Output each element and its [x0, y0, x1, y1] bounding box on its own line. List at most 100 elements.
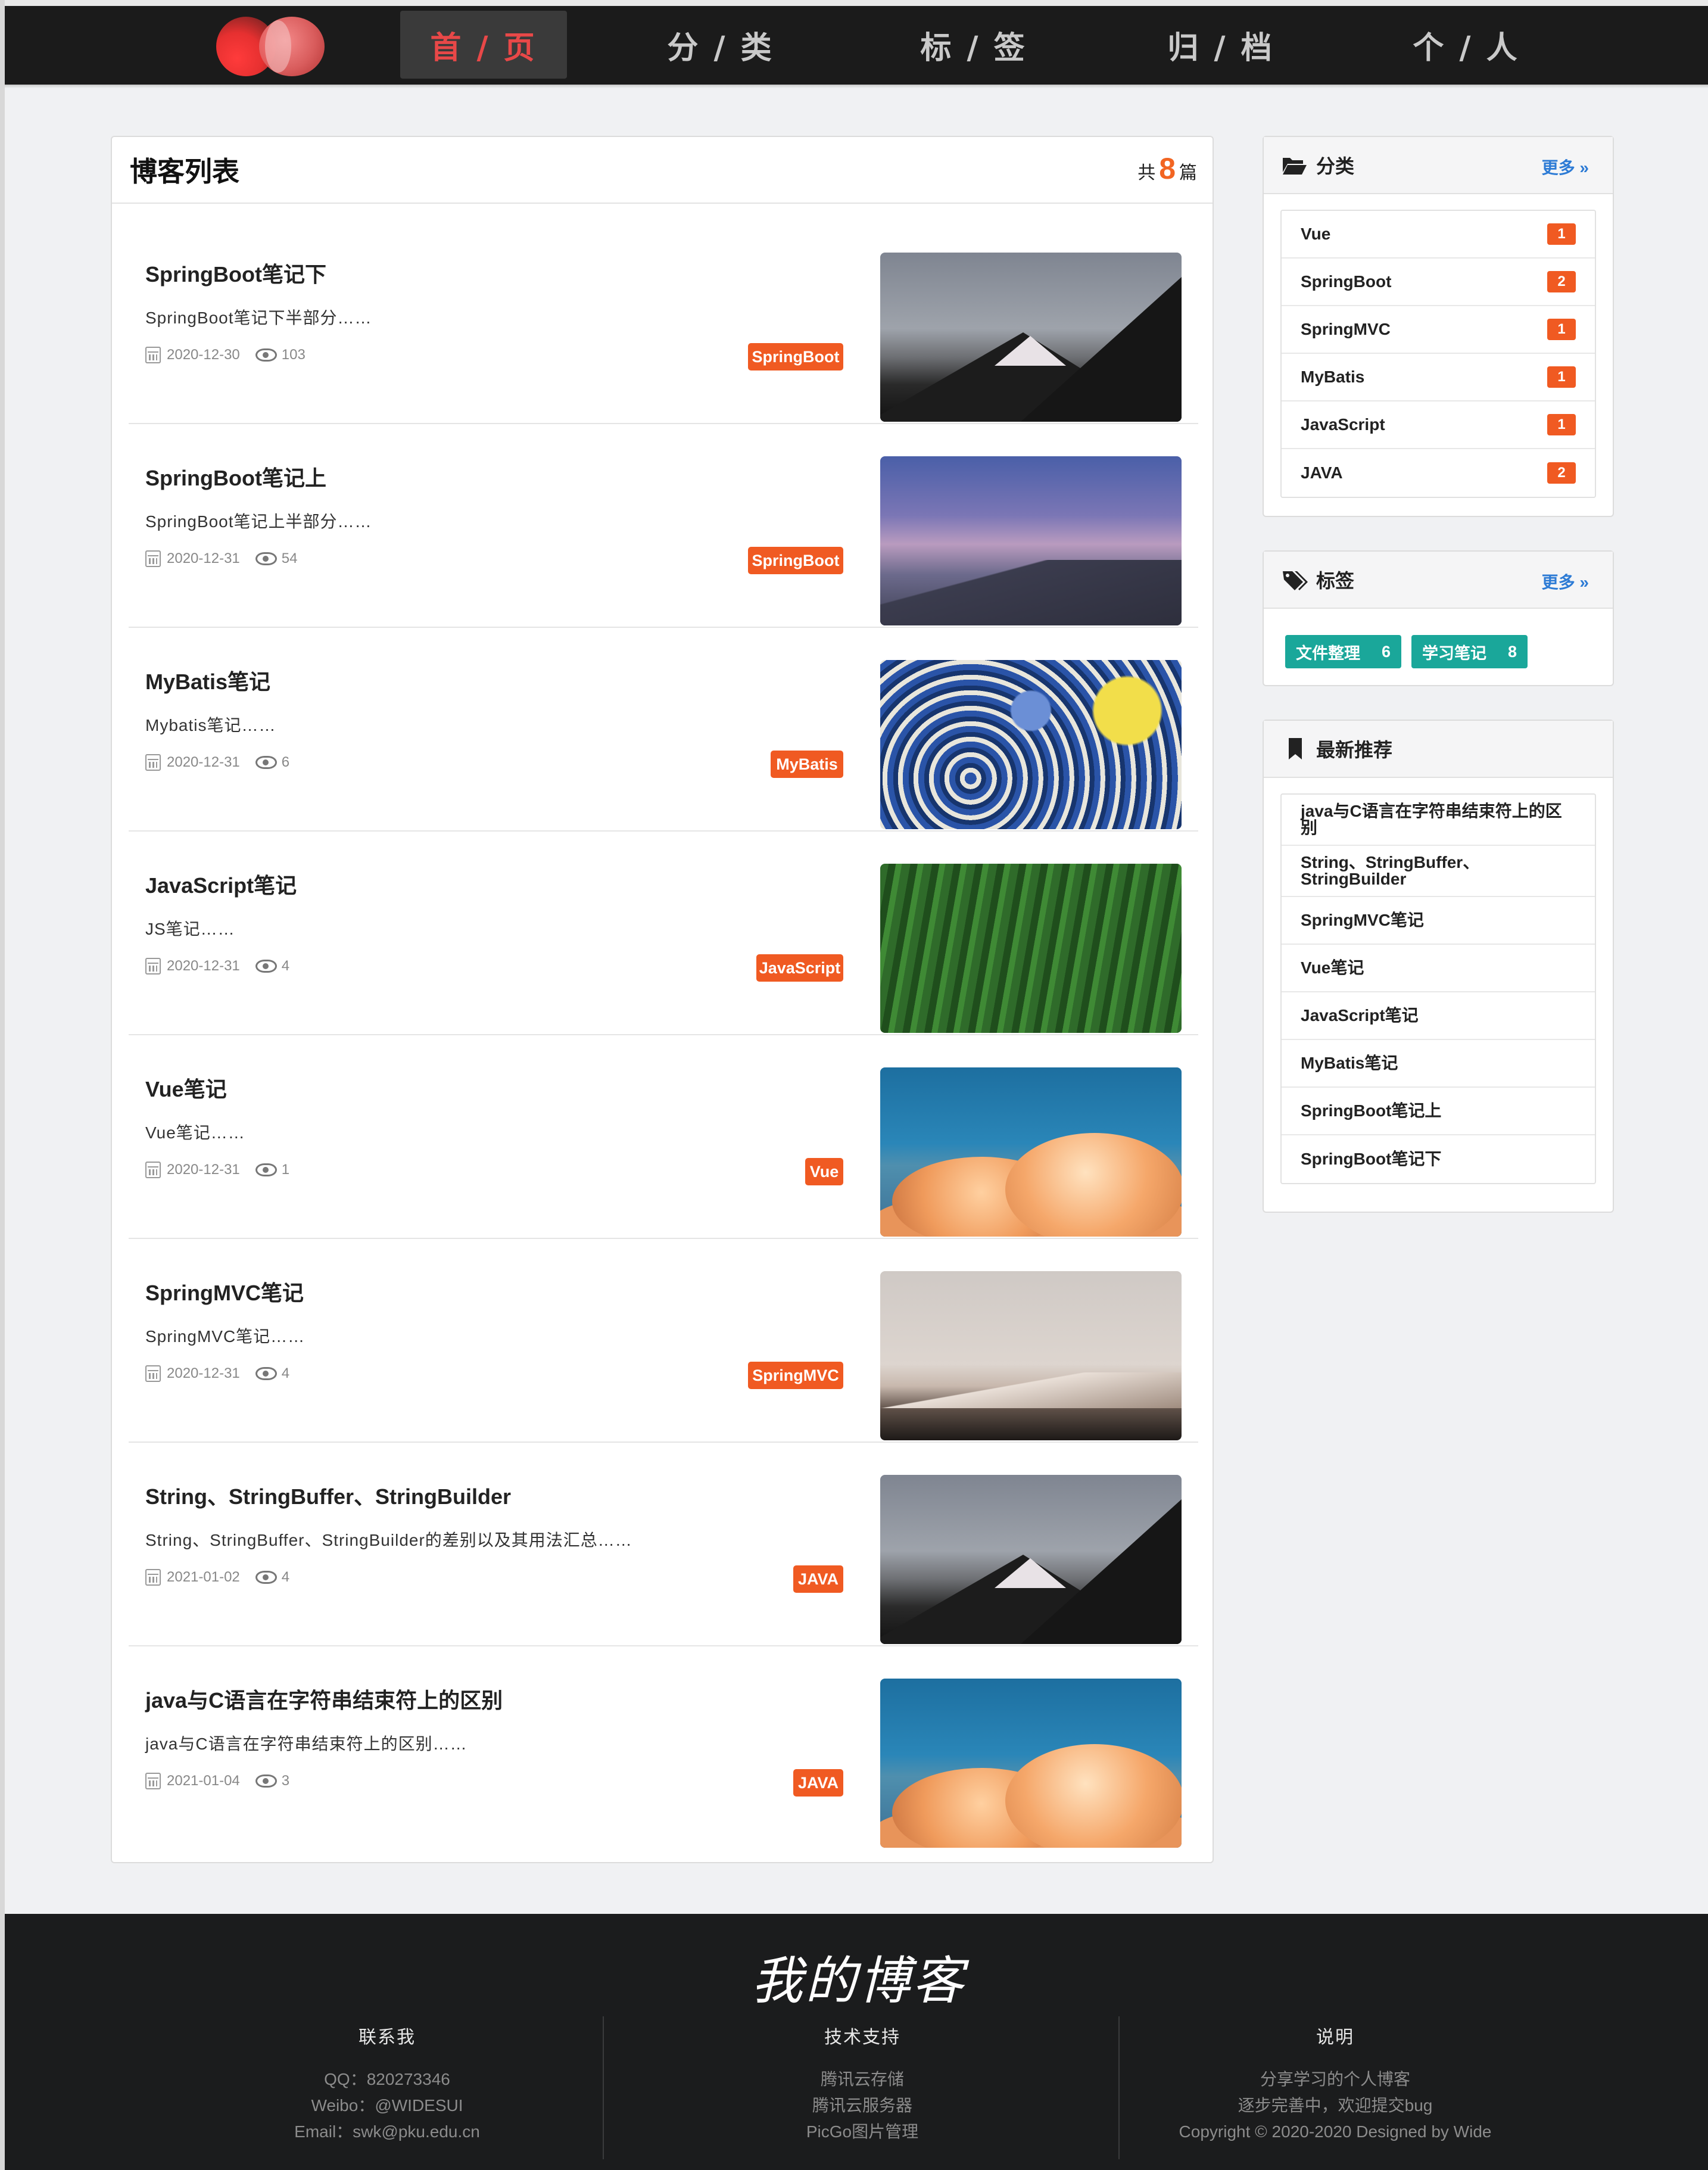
post-category-tag[interactable]: SpringMVC [748, 1362, 843, 1389]
recommend-item[interactable]: Vue笔记 [1282, 945, 1595, 992]
post-category-tag[interactable]: SpringBoot [748, 343, 843, 371]
category-item[interactable]: Vue 1 [1282, 211, 1595, 259]
post-title[interactable]: JavaScript笔记 [145, 868, 297, 899]
site-logo[interactable] [216, 17, 325, 76]
footer-support-title: 技术支持 [824, 2028, 900, 2047]
post-cover-image[interactable] [880, 660, 1182, 829]
post-title[interactable]: String、StringBuffer、StringBuilder [145, 1480, 511, 1511]
post-category-tag[interactable]: MyBatis [771, 751, 843, 778]
footer-about: 说明 分享学习的个人博客 逐步完善中，欢迎提交bug Copyright © 2… [1157, 2022, 1514, 2145]
recommend-item[interactable]: MyBatis笔记 [1282, 1040, 1595, 1088]
category-count-badge: 2 [1547, 462, 1576, 484]
category-count-badge: 1 [1547, 366, 1576, 388]
category-item[interactable]: JAVA 2 [1282, 449, 1595, 497]
recommend-item-title: SpringBoot笔记下 [1301, 1150, 1442, 1168]
categories-more-link[interactable]: 更多 » [1542, 155, 1589, 179]
post-category-tag[interactable]: JAVA [793, 1769, 843, 1797]
post-views: 103 [281, 347, 306, 363]
recommend-item[interactable]: SpringMVC笔记 [1282, 897, 1595, 945]
nav-categories[interactable]: 分 / 类 [637, 11, 804, 79]
post-cover-image[interactable] [880, 1271, 1182, 1440]
post-cover-image[interactable] [880, 1067, 1182, 1237]
tag-name: 文件整理 [1296, 644, 1360, 662]
categories-card: 分类 更多 » Vue 1 SpringBoot 2 SpringMVC 1 MyBatis… [1263, 136, 1614, 517]
eye-icon [255, 552, 277, 565]
eye-icon [255, 348, 277, 362]
nav-home[interactable]: 首 / 页 [400, 11, 567, 79]
category-name: JavaScript [1301, 415, 1385, 434]
post-date: 2021-01-04 [167, 1773, 240, 1789]
blog-post-item[interactable]: SpringMVC笔记 SpringMVC笔记…… 2020-12-31 4 Sprin… [129, 1239, 1198, 1443]
footer-support-item[interactable]: 腾讯云服务器 [737, 2093, 987, 2119]
recommend-title: 最新推荐 [1316, 739, 1393, 761]
category-name: SpringBoot [1301, 272, 1392, 291]
post-description: SpringBoot笔记下半部分…… [145, 309, 372, 327]
recommend-item[interactable]: String、StringBuffer、StringBuilder [1282, 846, 1595, 897]
category-count-badge: 1 [1547, 319, 1576, 340]
tag-count: 6 [1382, 642, 1391, 661]
footer-logo: 我的博客 [752, 1951, 966, 2011]
post-views: 54 [281, 550, 298, 566]
blog-post-item[interactable]: JavaScript笔记 JS笔记…… 2020-12-31 4 JavaScript [129, 832, 1198, 1035]
tag-count: 8 [1508, 642, 1517, 661]
tag-chip[interactable]: 学习笔记 8 [1411, 635, 1528, 668]
recommend-item[interactable]: JavaScript笔记 [1282, 992, 1595, 1040]
post-meta: 2020-12-30 103 [145, 347, 306, 363]
post-category-tag[interactable]: JavaScript [756, 954, 843, 982]
eye-icon [255, 1367, 277, 1380]
post-cover-image[interactable] [880, 1679, 1182, 1848]
post-meta: 2020-12-31 4 [145, 1365, 289, 1382]
tags-more-link[interactable]: 更多 » [1542, 569, 1589, 593]
post-title[interactable]: SpringBoot笔记上 [145, 461, 326, 492]
post-date: 2020-12-31 [167, 754, 240, 770]
category-item[interactable]: JavaScript 1 [1282, 401, 1595, 449]
post-category-tag[interactable]: SpringBoot [748, 547, 843, 574]
blog-post-item[interactable]: Vue笔记 Vue笔记…… 2020-12-31 1 Vue [129, 1035, 1198, 1239]
post-views: 4 [281, 958, 290, 974]
tag-chip[interactable]: 文件整理 6 [1285, 635, 1402, 668]
blog-list-panel: 博客列表 共 8 篇 SpringBoot笔记下 SpringBoot笔记下半部分… [111, 136, 1214, 1863]
blog-post-item[interactable]: SpringBoot笔记下 SpringBoot笔记下半部分…… 2020-12-3… [129, 220, 1198, 424]
eye-icon [255, 756, 277, 769]
post-cover-image[interactable] [880, 456, 1182, 625]
nav-about-me[interactable]: 个 / 人 [1383, 11, 1550, 79]
post-title[interactable]: SpringBoot笔记下 [145, 257, 326, 288]
post-views: 4 [281, 1365, 290, 1381]
post-description: JS笔记…… [145, 920, 235, 938]
post-cover-image[interactable] [880, 1475, 1182, 1644]
post-title[interactable]: MyBatis笔记 [145, 665, 270, 696]
post-meta: 2020-12-31 54 [145, 550, 297, 567]
footer-support-item[interactable]: 腾讯云存储 [737, 2066, 987, 2093]
post-count-suffix: 篇 [1179, 163, 1197, 183]
post-meta: 2021-01-02 4 [145, 1569, 289, 1586]
footer-support-item[interactable]: PicGo图片管理 [737, 2119, 987, 2145]
recommend-item[interactable]: SpringBoot笔记上 [1282, 1088, 1595, 1135]
post-title[interactable]: java与C语言在字符串结束符上的区别 [145, 1683, 503, 1714]
footer-about-copyright: Copyright © 2020-2020 Designed by Wide [1179, 2122, 1492, 2141]
recommend-item[interactable]: java与C语言在字符串结束符上的区别 [1282, 795, 1595, 846]
calendar-icon [145, 550, 161, 567]
post-count-number: 8 [1159, 152, 1176, 185]
post-category-tag[interactable]: Vue [805, 1158, 843, 1185]
recommend-item-title: java与C语言在字符串结束符上的区别 [1301, 802, 1562, 837]
blog-post-item[interactable]: String、StringBuffer、StringBuilder String、… [129, 1443, 1198, 1646]
category-item[interactable]: MyBatis 1 [1282, 354, 1595, 401]
post-cover-image[interactable] [880, 253, 1182, 422]
blog-post-item[interactable]: java与C语言在字符串结束符上的区别 java与C语言在字符串结束符上的区别……… [129, 1646, 1198, 1849]
tag-name: 学习笔记 [1422, 644, 1486, 662]
post-description: SpringMVC笔记…… [145, 1327, 306, 1346]
post-date: 2021-01-02 [167, 1569, 240, 1585]
post-date: 2020-12-31 [167, 1162, 240, 1178]
category-item[interactable]: SpringMVC 1 [1282, 306, 1595, 354]
blog-post-item[interactable]: SpringBoot笔记上 SpringBoot笔记上半部分…… 2020-12-3… [129, 424, 1198, 628]
nav-tags[interactable]: 标 / 签 [890, 11, 1057, 79]
category-item[interactable]: SpringBoot 2 [1282, 259, 1595, 306]
post-cover-image[interactable] [880, 864, 1182, 1033]
post-title[interactable]: SpringMVC笔记 [145, 1276, 304, 1307]
post-category-tag[interactable]: JAVA [793, 1565, 843, 1593]
nav-archive[interactable]: 归 / 档 [1137, 11, 1304, 79]
post-title[interactable]: Vue笔记 [145, 1072, 227, 1103]
blog-post-item[interactable]: MyBatis笔记 Mybatis笔记…… 2020-12-31 6 MyBatis [129, 628, 1198, 832]
recommend-item[interactable]: SpringBoot笔记下 [1282, 1135, 1595, 1183]
post-description: String、StringBuffer、StringBuilder的差别以及其用… [145, 1531, 632, 1549]
